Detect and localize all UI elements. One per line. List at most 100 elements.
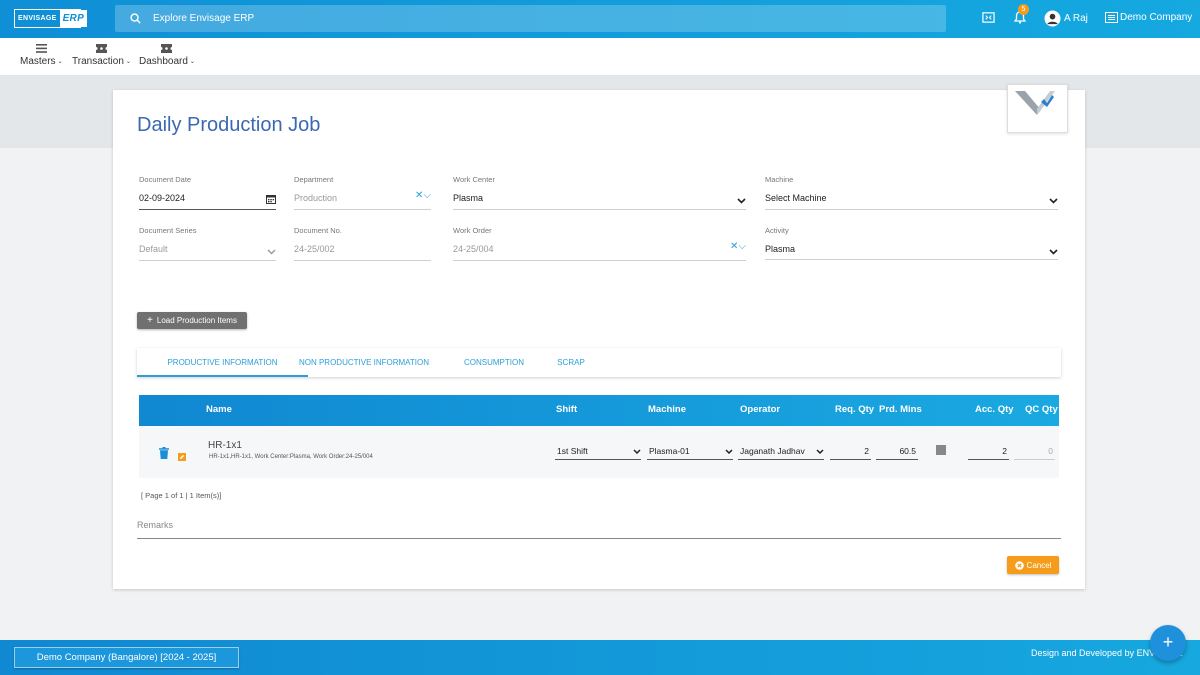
shift-value: 1st Shift (557, 446, 588, 456)
menu-dashboard[interactable]: Dashboard ⌄ (139, 44, 195, 67)
tab-scrap[interactable]: SCRAP (549, 348, 593, 377)
document-date-field[interactable]: Document Date 02-09-2024 (139, 175, 276, 211)
footer-bar: Demo Company (Bangalore) [2024 - 2025] D… (0, 640, 1200, 675)
app-logo[interactable]: ENVISAGE ERP (14, 9, 88, 28)
chevron-down-icon: ⌄ (125, 59, 131, 65)
tab-consumption[interactable]: CONSUMPTION (454, 348, 534, 377)
global-search[interactable] (115, 5, 946, 32)
logo-text-right: ERP (59, 10, 88, 27)
chevron-down-icon: ⌄ (57, 59, 63, 65)
load-production-items-label: Load Production Items (156, 316, 237, 325)
document-series-value: Default (139, 244, 168, 254)
shift-select[interactable]: 1st Shift (555, 443, 641, 460)
cancel-button[interactable]: Cancel (1007, 556, 1059, 574)
col-machine: Machine (648, 404, 687, 415)
activity-label: Activity (765, 226, 789, 235)
footer-company-button[interactable]: Demo Company (Bangalore) [2024 - 2025] (14, 647, 239, 668)
menu-dashboard-label: Dashboard (139, 56, 188, 67)
col-name: Name (206, 404, 232, 415)
notification-badge: 5 (1018, 4, 1029, 15)
document-no-field[interactable]: Document No. 24-25/002 (294, 226, 431, 262)
chevron-down-icon (816, 448, 824, 454)
chevron-down-icon: ⌄ (189, 59, 195, 65)
prd-mins-input[interactable]: 60.5 (876, 443, 918, 460)
machine-select[interactable]: Plasma-01 (647, 443, 733, 460)
clear-chevron-icon[interactable]: ✕⌵ (415, 190, 431, 201)
table-row: HR-1x1 HR-1x1,HR-1x1, Work Center:Plasma… (139, 426, 1059, 478)
chevron-down-icon (725, 448, 733, 454)
main-menu-bar: Masters ⌄ Transaction ⌄ Dashboard ⌄ (0, 38, 1200, 76)
cancel-circle-icon (1014, 560, 1024, 570)
qc-qty-input[interactable]: 0 (1014, 443, 1055, 460)
req-qty-input[interactable]: 2 (830, 443, 871, 460)
chevron-down-icon[interactable] (737, 191, 746, 209)
company-switcher[interactable]: Demo Company (1105, 12, 1192, 23)
work-center-value: Plasma (453, 193, 484, 203)
menu-masters-label: Masters (20, 56, 56, 67)
tab-non-productive-information[interactable]: NON PRODUCTIVE INFORMATION (289, 348, 439, 377)
document-no-value: 24-25/002 (294, 244, 335, 254)
qc-checkbox[interactable] (936, 445, 946, 455)
user-name: A Raj (1064, 13, 1088, 24)
col-req-qty: Req. Qty (835, 404, 875, 415)
document-no-label: Document No. (294, 226, 342, 235)
remarks-underline (137, 538, 1061, 539)
work-center-field[interactable]: Work Center Plasma (453, 175, 746, 211)
menu-transaction-label: Transaction (72, 56, 124, 67)
remarks-field[interactable]: Remarks (137, 520, 1061, 539)
remarks-label: Remarks (137, 520, 174, 530)
work-order-value: 24-25/004 (453, 244, 494, 254)
acc-qty-input[interactable]: 2 (968, 443, 1009, 460)
user-menu[interactable]: A Raj (1044, 10, 1088, 27)
menu-transaction[interactable]: Transaction ⌄ (72, 44, 131, 67)
col-acc-qty: Acc. Qty (975, 404, 1014, 415)
fullscreen-icon[interactable] (982, 11, 995, 29)
add-fab-button[interactable]: + (1150, 625, 1186, 661)
document-date-label: Document Date (139, 175, 192, 184)
search-input[interactable] (153, 13, 853, 24)
company-list-icon (1105, 12, 1118, 23)
grid-header: Name Shift Machine Operator Req. Qty Prd… (139, 395, 1059, 426)
col-qc-qty: QC Qty (1025, 404, 1058, 415)
chevron-down-icon[interactable] (1049, 242, 1058, 260)
chevron-down-icon[interactable] (1049, 191, 1058, 209)
load-production-items-button[interactable]: + Load Production Items (137, 312, 247, 329)
col-operator: Operator (740, 404, 781, 415)
machine-label: Machine (765, 175, 794, 184)
activity-field[interactable]: Activity Plasma (765, 226, 1058, 262)
trash-icon[interactable] (159, 446, 169, 464)
department-value: Production (294, 193, 338, 203)
chevron-down-icon (633, 448, 641, 454)
document-series-label: Document Series (139, 226, 197, 235)
logo-text-left: ENVISAGE (18, 15, 57, 22)
hamburger-icon (35, 44, 47, 53)
machine-value: Plasma-01 (649, 446, 690, 456)
ticket-icon (161, 44, 173, 53)
search-icon (130, 13, 141, 24)
chevron-down-icon[interactable] (267, 242, 276, 260)
operator-select[interactable]: Jaganath Jadhav (738, 443, 824, 460)
edit-icon[interactable] (178, 448, 186, 466)
work-center-label: Work Center (453, 175, 495, 184)
menu-masters[interactable]: Masters ⌄ (20, 44, 63, 67)
cancel-label: Cancel (1026, 560, 1052, 570)
tab-productive-information[interactable]: PRODUCTIVE INFORMATION (137, 348, 308, 377)
form-card: Daily Production Job Document Date 02-09… (113, 84, 1085, 589)
department-label: Department (294, 175, 334, 184)
col-shift: Shift (556, 404, 578, 415)
department-field[interactable]: Department Production ✕⌵ (294, 175, 431, 211)
ticket-icon (95, 44, 107, 53)
document-series-field[interactable]: Document Series Default (139, 226, 276, 262)
work-order-field[interactable]: Work Order 24-25/004 ✕⌵ (453, 226, 746, 262)
company-name: Demo Company (1120, 12, 1193, 23)
clear-chevron-icon[interactable]: ✕⌵ (730, 241, 746, 252)
plus-icon: + (147, 315, 153, 326)
machine-value: Select Machine (765, 193, 827, 203)
document-date-value: 02-09-2024 (139, 193, 186, 203)
item-name: HR-1x1 (208, 440, 242, 451)
page-title: Daily Production Job (137, 114, 321, 136)
tab-bar: PRODUCTIVE INFORMATION NON PRODUCTIVE IN… (137, 348, 1061, 377)
calendar-icon[interactable] (266, 191, 276, 209)
machine-field[interactable]: Machine Select Machine (765, 175, 1058, 211)
top-header: ENVISAGE ERP 5 A Raj Demo Company (0, 0, 1200, 38)
